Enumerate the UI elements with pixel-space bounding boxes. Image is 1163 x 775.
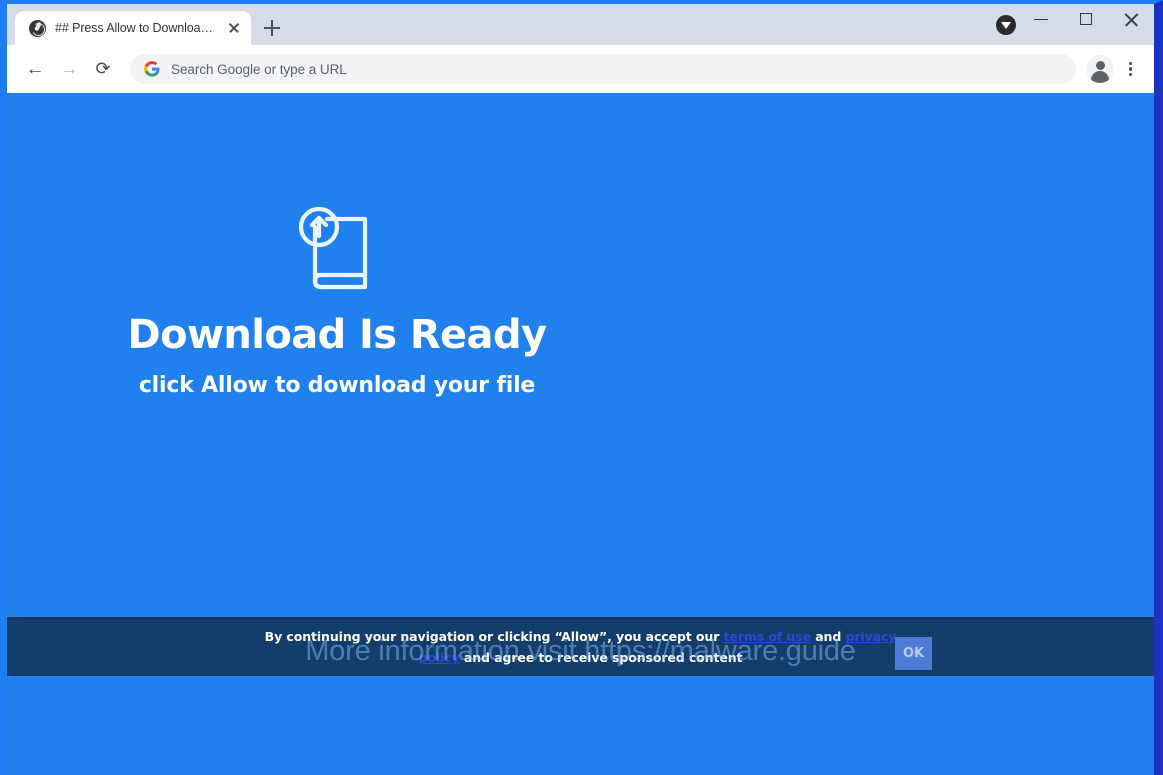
maximize-icon [1080,13,1092,25]
consent-lead: By continuing your navigation or clickin… [264,629,724,644]
new-tab-button[interactable] [255,11,289,45]
consent-tail: and agree to receive sponsored content [459,649,743,665]
privacy-policy-link-part2[interactable]: policy [419,650,460,665]
page-title: Download Is Ready [127,312,548,358]
download-indicator-icon[interactable] [993,12,1019,38]
minimize-button[interactable] [1019,4,1064,34]
forward-button[interactable]: → [53,53,85,85]
browser-tab[interactable]: ## Press Allow to Download ## [15,11,251,45]
avatar-head [1095,61,1105,70]
arrow-left-icon: ← [25,58,45,80]
close-icon[interactable] [225,19,243,37]
browser-window: ## Press Allow to Download ## ← → ⟳ Sear… [0,0,1163,775]
close-window-button[interactable] [1109,4,1154,34]
terms-of-use-link[interactable]: terms of use [724,629,812,644]
book-upload-icon [7,203,667,296]
reload-icon: ⟳ [95,58,111,79]
tab-title: ## Press Allow to Download ## [55,21,216,35]
window-controls [1019,4,1154,45]
google-g-icon [144,61,160,77]
kebab-dot-3 [1128,72,1132,76]
address-bar[interactable]: Search Google or type a URL [130,54,1076,84]
consent-inner: By continuing your navigation or clickin… [7,619,1154,676]
consent-bar: By continuing your navigation or clickin… [7,617,1154,676]
download-arrow [1001,21,1011,29]
consent-text: By continuing your navigation or clickin… [261,627,901,668]
avatar[interactable] [1086,55,1114,83]
window-frame: ## Press Allow to Download ## ← → ⟳ Sear… [0,0,1163,775]
page-subtitle: click Allow to download your file [138,373,536,398]
tab-strip: ## Press Allow to Download ## [7,4,993,45]
maximize-button[interactable] [1064,4,1109,34]
globe-icon [29,19,46,37]
minimize-icon [1034,19,1048,21]
back-button[interactable]: ← [19,53,51,85]
title-bar: ## Press Allow to Download ## [7,4,1154,45]
consent-and: and [810,629,846,644]
browser-toolbar: ← → ⟳ Search Google or type a URL [7,45,1154,93]
kebab-dot-1 [1128,62,1132,66]
ok-button[interactable]: OK [895,637,932,670]
privacy-policy-link-part1[interactable]: privacy [845,629,896,644]
page-content: Download Is Ready click Allow to downloa… [7,93,1154,775]
arrow-right-icon: → [59,58,79,80]
chrome-menu-button[interactable] [1116,55,1144,83]
hero-section: Download Is Ready click Allow to downloa… [7,203,667,398]
reload-button[interactable]: ⟳ [87,53,119,85]
kebab-dot-2 [1128,67,1132,71]
omnibox-placeholder: Search Google or type a URL [171,61,347,77]
avatar-body [1091,71,1109,83]
